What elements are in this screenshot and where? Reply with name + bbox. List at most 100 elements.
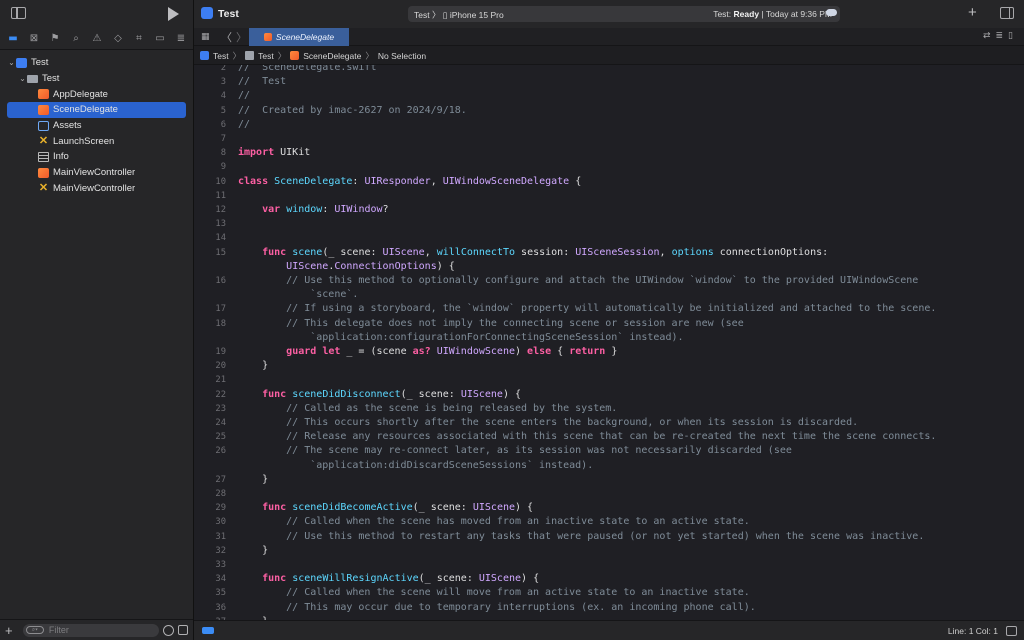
issue-warning-icon[interactable]: ⚠ — [91, 33, 103, 45]
file-tree-item[interactable]: ✕ MainViewController — [0, 181, 193, 197]
code-line[interactable]: 29 func sceneDidBecomeActive(_ scene: UI… — [194, 501, 1024, 515]
code-line[interactable]: 28 — [194, 487, 1024, 501]
add-file-icon[interactable]: + — [5, 623, 19, 638]
code-line[interactable]: 22 func sceneDidDisconnect(_ scene: UISc… — [194, 388, 1024, 402]
file-tree-label: AppDelegate — [53, 88, 108, 100]
code-text: func sceneWillResignActive(_ scene: UISc… — [238, 572, 539, 586]
disclosure-chevron-icon[interactable]: ⌄ — [7, 58, 16, 67]
debug-area-toggle-icon[interactable] — [202, 627, 214, 634]
bookmark-icon[interactable]: ⚑ — [49, 33, 61, 45]
code-line[interactable]: 31 // Use this method to restart any tas… — [194, 530, 1024, 544]
breadcrumb-symbol[interactable]: No Selection — [378, 51, 426, 61]
file-tree-item[interactable]: MainViewController — [0, 165, 193, 181]
breadcrumb-folder[interactable]: Test — [258, 51, 274, 61]
file-tree-item[interactable]: ✕ LaunchScreen — [0, 133, 193, 149]
test-diamond-icon[interactable]: ◇ — [112, 33, 124, 45]
code-line[interactable]: 16 // Use this method to optionally conf… — [194, 274, 1024, 288]
panel-toggle-icon[interactable] — [1006, 626, 1017, 636]
code-line[interactable]: 26 // The scene may re-connect later, as… — [194, 444, 1024, 458]
code-line[interactable]: 7 — [194, 132, 1024, 146]
source-control-icon[interactable]: ⊠ — [28, 33, 40, 45]
report-icon[interactable]: ≣ — [175, 33, 187, 45]
code-line[interactable]: 25 // Release any resources associated w… — [194, 430, 1024, 444]
code-token: } — [238, 473, 269, 485]
code-line[interactable]: 20 } — [194, 359, 1024, 373]
source-control-filter-icon[interactable] — [178, 625, 188, 635]
code-line[interactable]: `scene`. — [194, 288, 1024, 302]
code-line[interactable]: UIScene.ConnectionOptions) { — [194, 260, 1024, 274]
code-line[interactable]: 34 func sceneWillResignActive(_ scene: U… — [194, 572, 1024, 586]
code-line[interactable]: 23 // Called as the scene is being relea… — [194, 402, 1024, 416]
code-token: : — [322, 204, 335, 215]
code-token: // Use this method to restart any tasks … — [238, 530, 925, 542]
breadcrumb-file[interactable]: SceneDelegate — [303, 51, 361, 61]
swift-file-icon — [38, 167, 49, 178]
code-line[interactable]: `application:didDiscardSceneSessions` in… — [194, 459, 1024, 473]
code-line[interactable]: 21 — [194, 373, 1024, 387]
file-tree-item[interactable]: Info — [0, 149, 193, 165]
file-tree-item[interactable]: AppDelegate — [0, 86, 193, 102]
file-tree-item[interactable]: ⌄ Test — [0, 71, 193, 87]
source-editor[interactable]: 2 // SceneDelegate.swift 3 // Test 4 // 5 // Cr… — [194, 65, 1024, 620]
code-line[interactable]: 33 — [194, 558, 1024, 572]
code-line[interactable]: 15 func scene(_ scene: UIScene, willConn… — [194, 246, 1024, 260]
breadcrumb-separator-icon: 〉 — [277, 50, 287, 61]
sidebar-toggle-icon[interactable] — [11, 7, 26, 19]
code-line[interactable]: 13 — [194, 217, 1024, 231]
debug-icon[interactable]: ⌗ — [133, 33, 145, 45]
editor-options-icons[interactable]: ⇄≣▯ — [983, 31, 1018, 41]
code-token: session: — [515, 246, 576, 258]
file-tree-item[interactable]: Assets — [0, 118, 193, 134]
code-token: // Test — [238, 76, 287, 88]
code-line[interactable]: 32 } — [194, 544, 1024, 558]
code-line[interactable]: 11 — [194, 189, 1024, 203]
disclosure-chevron-icon[interactable]: ⌄ — [18, 74, 27, 83]
code-line[interactable]: 9 — [194, 160, 1024, 174]
cloud-icon[interactable] — [826, 9, 837, 16]
code-line[interactable]: 14 — [194, 231, 1024, 245]
file-tree-item[interactable]: ⌄ Test — [0, 55, 193, 71]
code-line[interactable]: 2 // SceneDelegate.swift — [194, 65, 1024, 75]
code-line[interactable]: `application:configurationForConnectingS… — [194, 331, 1024, 345]
code-text: } — [238, 359, 268, 373]
file-tree-item[interactable]: SceneDelegate — [7, 102, 186, 118]
file-tree-label: Assets — [53, 120, 82, 132]
code-line[interactable]: 19 guard let _ = (scene as? UIWindowScen… — [194, 345, 1024, 359]
tab-scenedelegate[interactable]: SceneDelegate — [249, 28, 349, 46]
code-line[interactable]: 18 // This delegate does not imply the c… — [194, 317, 1024, 331]
filter-field[interactable]: ⌕▾ Filter — [22, 623, 160, 637]
line-number: 16 — [215, 276, 226, 286]
scheme-selector[interactable]: Test 〉 ▯ iPhone 15 Pro — [414, 9, 504, 21]
code-line[interactable]: 5 // Created by imac-2627 on 2024/9/18. — [194, 104, 1024, 118]
code-line[interactable]: 36 // This may occur due to temporary in… — [194, 601, 1024, 615]
related-items-grid-icon[interactable]: ▦ — [201, 32, 211, 42]
code-line[interactable]: 6 // — [194, 118, 1024, 132]
code-line[interactable]: 24 // This occurs shortly after the scen… — [194, 416, 1024, 430]
code-line[interactable]: 10 class SceneDelegate: UIResponder, UIWi… — [194, 175, 1024, 189]
code-line[interactable]: 12 var window: UIWindow? — [194, 203, 1024, 217]
find-icon[interactable]: ⌕ — [70, 33, 82, 45]
breakpoint-icon[interactable]: ▭ — [154, 33, 166, 45]
recent-files-icon[interactable] — [163, 624, 175, 636]
code-line[interactable]: 4 // — [194, 89, 1024, 103]
code-token: ) { — [515, 502, 534, 514]
inspector-toggle-icon[interactable] — [1000, 7, 1014, 19]
code-line[interactable]: 30 // Called when the scene has moved fr… — [194, 515, 1024, 529]
code-line[interactable]: 17 // If using a storyboard, the `window… — [194, 302, 1024, 316]
breadcrumb-separator-icon: 〉 — [365, 50, 374, 61]
breadcrumb-project[interactable]: Test — [213, 51, 229, 61]
library-add-button[interactable]: + — [968, 4, 977, 21]
line-number: 12 — [215, 205, 226, 215]
folder-navigator-icon[interactable]: ▬ — [7, 33, 19, 45]
code-line[interactable]: 35 // Called when the scene will move fr… — [194, 586, 1024, 600]
filter-options-icon[interactable]: ⌕▾ — [25, 626, 44, 634]
run-play-icon[interactable] — [168, 7, 179, 21]
forward-chevron-icon[interactable]: 〉 — [236, 29, 247, 45]
back-chevron-icon[interactable]: 〈 — [221, 29, 232, 45]
code-token: ) — [515, 346, 528, 357]
code-token: // This may occur due to temporary inter… — [238, 601, 756, 613]
code-line[interactable]: 27 } — [194, 473, 1024, 487]
code-line[interactable]: 3 // Test — [194, 75, 1024, 89]
code-line[interactable]: 8 import UIKit — [194, 146, 1024, 160]
